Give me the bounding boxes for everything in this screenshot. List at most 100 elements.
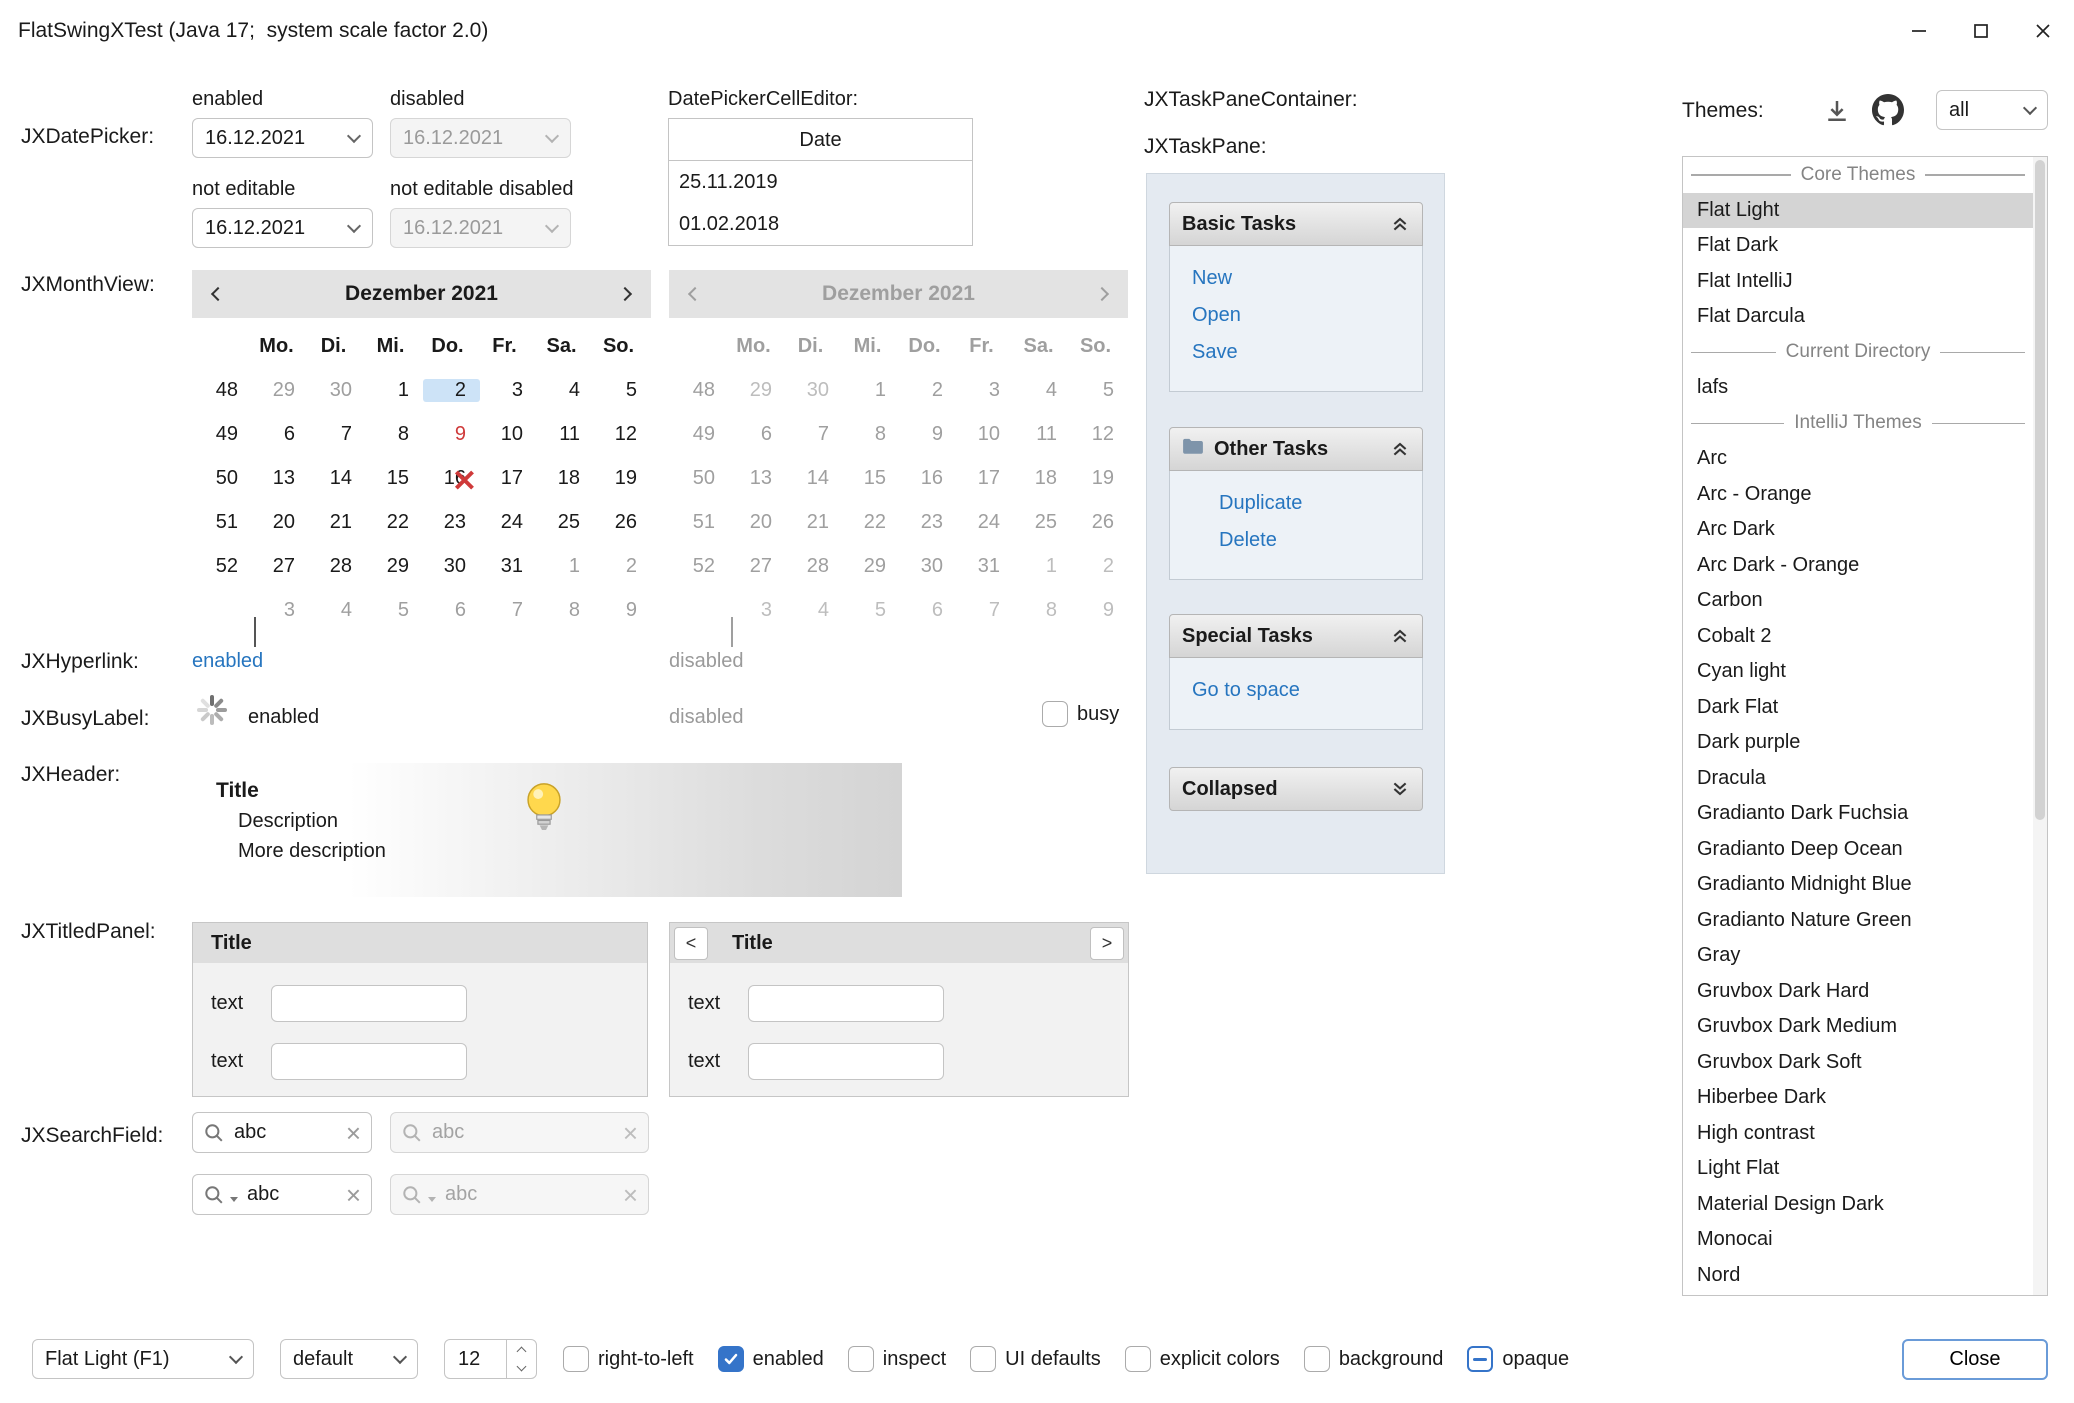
search-field-with-menu[interactable]: abc × — [192, 1174, 372, 1215]
checkbox-opaque[interactable]: opaque — [1467, 1346, 1569, 1372]
calendar-day[interactable]: 17 — [480, 467, 537, 490]
search-menu-icon[interactable] — [203, 1184, 225, 1206]
theme-list-item[interactable]: lafs — [1683, 370, 2033, 406]
taskpane-link[interactable]: Delete — [1219, 522, 1422, 559]
calendar-day[interactable]: 28 — [309, 555, 366, 578]
taskpane-link[interactable]: New — [1192, 260, 1422, 297]
collapse-icon[interactable] — [1390, 214, 1410, 234]
calendar-day[interactable]: 27 — [252, 555, 309, 578]
calendar-day[interactable]: 29 — [366, 555, 423, 578]
calendar-day[interactable]: 18 — [537, 467, 594, 490]
checkbox-box[interactable] — [718, 1346, 744, 1372]
theme-list-item[interactable]: Gradianto Nature Green — [1683, 903, 2033, 939]
taskpane-link[interactable]: Duplicate — [1219, 485, 1422, 522]
checkbox-box[interactable] — [1042, 701, 1068, 727]
calendar-day[interactable]: 21 — [309, 511, 366, 534]
calendar-day[interactable]: 2 — [423, 379, 480, 402]
spinner-arrows[interactable] — [506, 1340, 536, 1378]
taskpane-link[interactable]: Go to space — [1192, 672, 1422, 709]
calendar-day[interactable]: 14 — [309, 467, 366, 490]
calendar-day[interactable]: 5 — [594, 379, 651, 402]
checkbox-enabled[interactable]: enabled — [718, 1346, 824, 1372]
taskpane-link[interactable]: Save — [1192, 334, 1422, 371]
theme-list-item[interactable]: Flat Light — [1683, 193, 2033, 229]
calendar-day[interactable]: 6 — [252, 423, 309, 446]
calendar-day[interactable]: 30 — [309, 379, 366, 402]
calendar-day[interactable]: 8 — [537, 599, 594, 622]
theme-list-item[interactable]: Arc - Orange — [1683, 477, 2033, 513]
search-field-enabled[interactable]: abc × — [192, 1112, 372, 1153]
theme-list-item[interactable]: Gray — [1683, 938, 2033, 974]
minimize-button[interactable] — [1888, 0, 1950, 62]
theme-list-item[interactable]: Gradianto Dark Fuchsia — [1683, 796, 2033, 832]
scrollbar[interactable] — [2033, 157, 2047, 1295]
datepicker-enabled[interactable]: 16.12.2021 — [192, 118, 373, 158]
calendar-day[interactable]: 4 — [537, 379, 594, 402]
checkbox-box[interactable] — [1304, 1346, 1330, 1372]
theme-list-item[interactable]: Cobalt 2 — [1683, 619, 2033, 655]
clear-icon[interactable]: × — [346, 1120, 361, 1146]
calendar-day[interactable]: 9 — [594, 599, 651, 622]
checkbox-right-to-left[interactable]: right-to-left — [563, 1346, 694, 1372]
calendar-day[interactable]: 30 — [423, 555, 480, 578]
calendar-day[interactable]: 7 — [480, 599, 537, 622]
datepicker-dropdown-button[interactable] — [336, 209, 372, 247]
search-value[interactable]: abc — [234, 1121, 337, 1144]
theme-list-item[interactable]: Monocai — [1683, 1222, 2033, 1258]
text-input[interactable] — [271, 1043, 467, 1080]
checkbox-box[interactable] — [563, 1346, 589, 1372]
theme-list-item[interactable]: Dark purple — [1683, 725, 2033, 761]
calendar-day[interactable]: 5 — [366, 599, 423, 622]
checkbox-busy[interactable]: busy — [1042, 701, 1119, 727]
theme-list-item[interactable]: Gruvbox Dark Medium — [1683, 1009, 2033, 1045]
theme-list-item[interactable]: Arc Dark - Orange — [1683, 548, 2033, 584]
calendar-day[interactable]: 24 — [480, 511, 537, 534]
checkbox-box[interactable] — [1467, 1346, 1493, 1372]
theme-list-item[interactable]: Flat Dark — [1683, 228, 2033, 264]
collapse-icon[interactable] — [1390, 626, 1410, 646]
theme-list-item[interactable]: Flat IntelliJ — [1683, 264, 2033, 300]
date-table-row[interactable]: 01.02.2018 — [669, 203, 972, 245]
laf-combo[interactable]: Flat Light (F1) — [32, 1339, 254, 1379]
calendar-day[interactable]: 25 — [537, 511, 594, 534]
maximize-button[interactable] — [1950, 0, 2012, 62]
collapse-icon[interactable] — [1390, 439, 1410, 459]
taskpane-header-basic-tasks[interactable]: Basic Tasks — [1169, 202, 1423, 246]
theme-list-item[interactable]: Nord — [1683, 1258, 2033, 1294]
calendar-day[interactable]: 3 — [252, 599, 309, 622]
checkbox-background[interactable]: background — [1304, 1346, 1444, 1372]
calendar-day[interactable]: 11 — [537, 423, 594, 446]
prev-month-button[interactable] — [192, 289, 244, 299]
theme-list-item[interactable]: Gruvbox Dark Hard — [1683, 974, 2033, 1010]
taskpane-header-special-tasks[interactable]: Special Tasks — [1169, 614, 1423, 658]
github-button[interactable] — [1872, 94, 1904, 132]
spinner-up-button[interactable] — [507, 1340, 536, 1359]
checkbox-explicit-colors[interactable]: explicit colors — [1125, 1346, 1280, 1372]
taskpane-link[interactable]: Open — [1192, 297, 1422, 334]
datepicker-dropdown-button[interactable] — [336, 119, 372, 157]
scrollbar-thumb[interactable] — [2035, 160, 2045, 820]
hyperlink-enabled[interactable]: enabled — [192, 650, 263, 673]
calendar-day[interactable]: 26 — [594, 511, 651, 534]
checkbox-box[interactable] — [970, 1346, 996, 1372]
calendar-day[interactable]: 6 — [423, 599, 480, 622]
titled-panel-right-button[interactable]: > — [1090, 927, 1124, 960]
checkbox-inspect[interactable]: inspect — [848, 1346, 946, 1372]
calendar-day[interactable]: 12 — [594, 423, 651, 446]
calendar-day[interactable]: 8 — [366, 423, 423, 446]
datepicker-not-editable[interactable]: 16.12.2021 — [192, 208, 373, 248]
theme-list-item[interactable]: Light Flat — [1683, 1151, 2033, 1187]
date-table-row[interactable]: 25.11.2019 — [669, 161, 972, 203]
calendar-day[interactable]: 13 — [252, 467, 309, 490]
font-size-spinner[interactable]: 12 — [444, 1339, 537, 1379]
calendar-day[interactable]: 1 — [366, 379, 423, 402]
calendar-day[interactable]: 3 — [480, 379, 537, 402]
theme-list-item[interactable]: Material Design Dark — [1683, 1187, 2033, 1223]
text-input[interactable] — [271, 985, 467, 1022]
calendar-day[interactable]: 31 — [480, 555, 537, 578]
clear-icon[interactable]: × — [346, 1182, 361, 1208]
theme-list-item[interactable]: Arc — [1683, 441, 2033, 477]
taskpane-header-collapsed[interactable]: Collapsed — [1169, 767, 1423, 811]
next-month-button[interactable] — [599, 289, 651, 299]
theme-list[interactable]: Core ThemesFlat LightFlat DarkFlat Intel… — [1682, 156, 2048, 1296]
